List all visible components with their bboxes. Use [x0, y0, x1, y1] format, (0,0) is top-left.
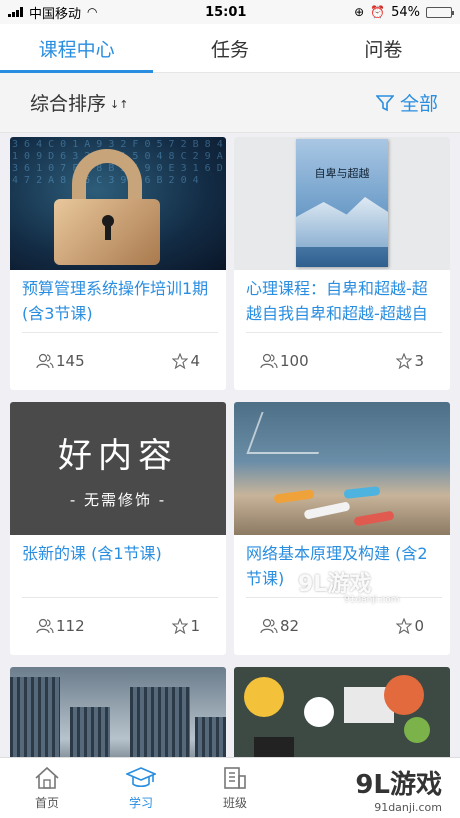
nav-class[interactable]: 班级 [188, 758, 282, 818]
star-count: 1 [172, 617, 200, 635]
tab-course-center[interactable]: 课程中心 [0, 24, 154, 73]
graduation-cap-icon [126, 766, 156, 787]
bottom-nav: 首页 学习 班级 9L游戏 91danji.com [0, 757, 460, 818]
sort-dropdown[interactable]: 综合排序 ↓↑ [30, 89, 128, 116]
filter-icon [375, 94, 394, 111]
battery-percent: 54% [391, 4, 420, 20]
sort-label: 综合排序 [30, 93, 107, 115]
course-thumbnail-classroom [234, 402, 450, 535]
top-tabs: 课程中心 任务 问卷 [0, 24, 460, 73]
wifi-icon: ◠ [87, 5, 98, 19]
thumbnail-headline: 好内容 [58, 435, 178, 476]
nav-home[interactable]: 首页 [0, 758, 94, 818]
star-icon [396, 618, 413, 634]
course-title: 预算管理系统操作培训1期 (含3节课) [22, 279, 209, 323]
course-card[interactable]: 自卑与超越 心理课程：自卑和超越-超越自我自卑和超越-超越自 100 3 [234, 137, 450, 390]
status-bar: 中国移动 ◠ 15:01 ⊕ ⏰ 54% [0, 0, 460, 24]
users-icon [260, 353, 278, 369]
course-thumbnail-lock: 3 6 4 C 0 1 A 9 3 2 F 0 5 7 2 B 8 4 1 0 … [10, 137, 226, 270]
course-card[interactable]: 网络基本原理及构建 (含2节课) 82 0 [234, 402, 450, 655]
student-count: 112 [36, 617, 85, 635]
student-count: 100 [260, 352, 309, 370]
users-icon [36, 353, 54, 369]
course-title: 张新的课 (含1节课) [22, 544, 162, 563]
student-count: 82 [260, 617, 299, 635]
signal-icon [8, 7, 23, 17]
course-thumbnail-book: 自卑与超越 [234, 137, 450, 270]
brand-logo: 9L游戏 91danji.com [355, 770, 442, 814]
course-thumbnail-text: 好内容 - 无需修饰 - [10, 402, 226, 535]
course-card[interactable]: 3 6 4 C 0 1 A 9 3 2 F 0 5 7 2 B 8 4 1 0 … [10, 137, 226, 390]
watermark: 9L游戏 91danji.com [298, 572, 400, 605]
rotation-lock-icon: ⊕ [354, 5, 365, 19]
star-icon [396, 353, 413, 369]
users-icon [260, 618, 278, 634]
star-icon [172, 353, 189, 369]
thumbnail-subline: - 无需修饰 - [69, 490, 167, 509]
alarm-icon: ⏰ [370, 5, 386, 19]
star-count: 0 [396, 617, 424, 635]
filter-label: 全部 [399, 93, 438, 115]
star-count: 4 [172, 352, 200, 370]
home-icon [35, 766, 59, 789]
course-title: 心理课程：自卑和超越-超越自我自卑和超越-超越自 [246, 279, 428, 323]
sort-icon: ↓↑ [110, 98, 129, 111]
student-count: 145 [36, 352, 85, 370]
tab-tasks[interactable]: 任务 [153, 24, 306, 72]
carrier-name: 中国移动 [29, 6, 82, 22]
course-grid: 3 6 4 C 0 1 A 9 3 2 F 0 5 7 2 B 8 4 1 0 … [10, 137, 450, 787]
book-cover-title: 自卑与超越 [314, 167, 370, 180]
star-count: 3 [396, 352, 424, 370]
battery-icon [426, 6, 454, 18]
filter-button[interactable]: 全部 [375, 89, 438, 116]
nav-learning[interactable]: 学习 [94, 758, 188, 818]
tab-survey[interactable]: 问卷 [307, 24, 460, 72]
users-icon [36, 618, 54, 634]
sort-bar: 综合排序 ↓↑ 全部 [0, 73, 460, 133]
star-icon [172, 618, 189, 634]
building-icon [224, 766, 246, 789]
course-card[interactable]: 好内容 - 无需修饰 - 张新的课 (含1节课) 112 1 [10, 402, 226, 655]
clock: 15:01 [205, 4, 247, 20]
